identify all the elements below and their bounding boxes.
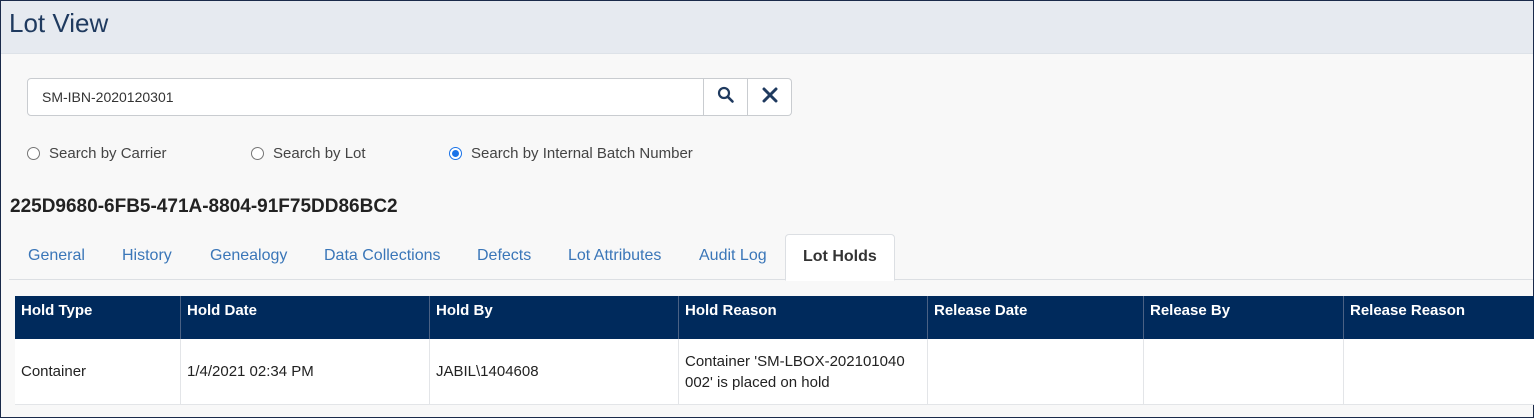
table-cell: JABIL\1404608 <box>430 339 679 404</box>
radio-button[interactable] <box>251 147 264 160</box>
page-title: Lot View <box>9 8 109 38</box>
radio-search-by-lot[interactable]: Search by Lot <box>251 145 366 162</box>
tab-lot-holds[interactable]: Lot Holds <box>785 234 895 281</box>
column-header-hold-type[interactable]: Hold Type <box>15 296 181 339</box>
lot-id-heading: 225D9680-6FB5-471A-8804-91F75DD86BC2 <box>10 196 398 217</box>
radio-button[interactable] <box>449 147 462 160</box>
page-header: Lot View <box>1 1 1533 54</box>
radio-search-by-internal-batch-number[interactable]: Search by Internal Batch Number <box>449 145 693 162</box>
column-header-hold-by[interactable]: Hold By <box>430 296 679 339</box>
lot-holds-table: Hold Type Hold Date Hold By Hold Reason … <box>15 296 1534 405</box>
tab-lot-attributes[interactable]: Lot Attributes <box>568 234 661 280</box>
search-input[interactable] <box>27 78 704 116</box>
search-icon <box>717 86 735 109</box>
table-header-row: Hold Type Hold Date Hold By Hold Reason … <box>15 296 1534 339</box>
tab-general[interactable]: General <box>28 234 85 280</box>
table-cell <box>1144 339 1344 404</box>
table-cell: Container 'SM-LBOX-202101040 002' is pla… <box>679 339 928 404</box>
table-cell <box>928 339 1144 404</box>
radio-label: Search by Carrier <box>49 145 167 162</box>
column-header-hold-date[interactable]: Hold Date <box>181 296 430 339</box>
close-icon <box>762 87 778 108</box>
tab-history[interactable]: History <box>122 234 172 280</box>
tab-bar: General History Genealogy Data Collectio… <box>9 234 1533 281</box>
radio-label: Search by Internal Batch Number <box>471 145 693 162</box>
table-cell: 1/4/2021 02:34 PM <box>181 339 430 404</box>
table-cell: Container <box>15 339 181 404</box>
table-cell <box>1344 339 1534 404</box>
radio-label: Search by Lot <box>273 145 366 162</box>
column-header-release-date[interactable]: Release Date <box>928 296 1144 339</box>
column-header-release-by[interactable]: Release By <box>1144 296 1344 339</box>
tab-data-collections[interactable]: Data Collections <box>324 234 441 280</box>
search-button[interactable] <box>704 78 748 116</box>
radio-search-by-carrier[interactable]: Search by Carrier <box>27 145 167 162</box>
column-header-hold-reason[interactable]: Hold Reason <box>679 296 928 339</box>
clear-button[interactable] <box>748 78 792 116</box>
tab-audit-log[interactable]: Audit Log <box>699 234 767 280</box>
table-row[interactable]: Container 1/4/2021 02:34 PM JABIL\140460… <box>15 339 1534 405</box>
search-bar <box>27 78 792 116</box>
tab-defects[interactable]: Defects <box>477 234 531 280</box>
column-header-release-reason[interactable]: Release Reason <box>1344 296 1534 339</box>
tab-genealogy[interactable]: Genealogy <box>210 234 287 280</box>
radio-button[interactable] <box>27 147 40 160</box>
